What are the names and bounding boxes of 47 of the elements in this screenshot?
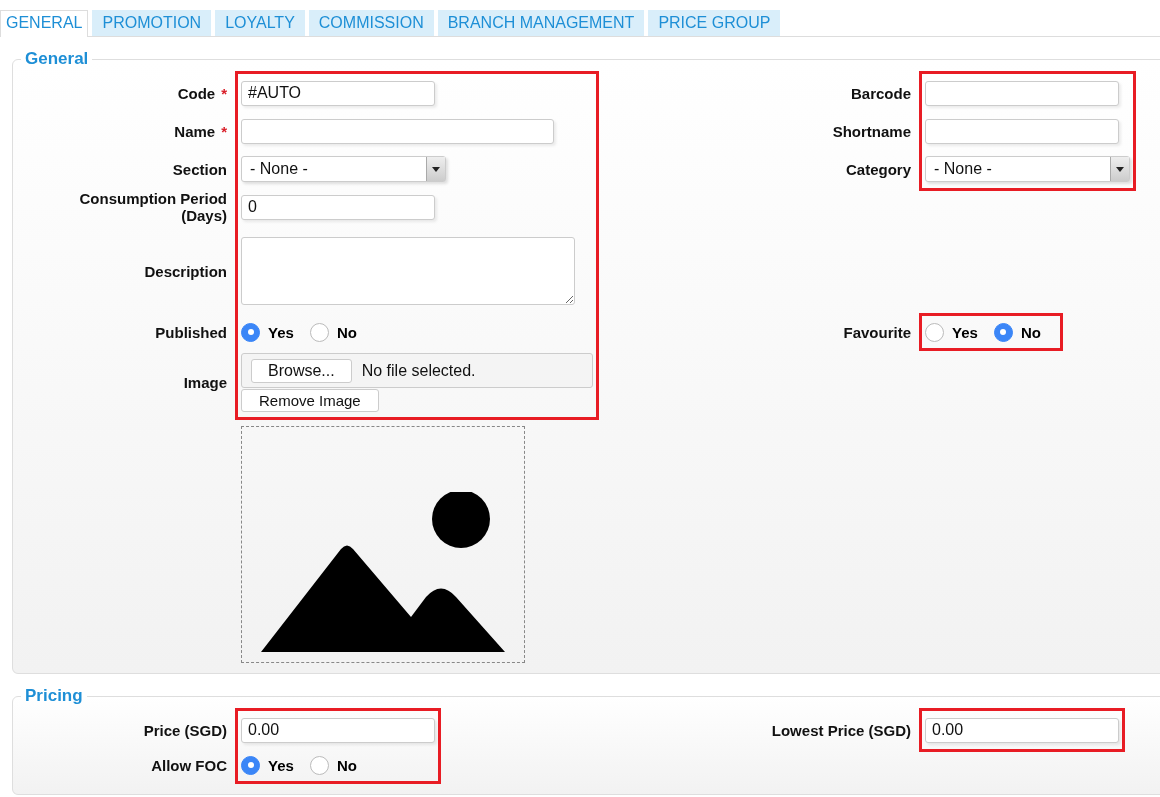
field-label: Description — [144, 262, 227, 280]
section-title: General — [24, 49, 90, 69]
radio-label: No — [336, 756, 357, 774]
text-area[interactable] — [241, 237, 575, 305]
text-field[interactable] — [925, 118, 1119, 144]
radio-button[interactable] — [241, 755, 260, 775]
field-label: Published — [155, 323, 227, 341]
text-field[interactable]: 0.00 — [241, 717, 435, 743]
field-label: Name — [174, 122, 216, 140]
radio-button[interactable] — [241, 322, 260, 342]
dropdown[interactable]: - None - — [925, 156, 1130, 182]
radio-button[interactable] — [925, 322, 944, 342]
field-label: Code — [177, 84, 216, 102]
field-label: Shortname — [832, 122, 911, 140]
section-title: Pricing — [24, 686, 84, 706]
text-field[interactable] — [925, 80, 1119, 106]
tab[interactable]: GENERAL — [0, 10, 89, 37]
field-label: Category — [845, 160, 911, 178]
radio-button[interactable] — [309, 755, 329, 775]
caret-icon — [432, 166, 440, 172]
field-label: Section — [172, 160, 227, 178]
field-label: Barcode — [850, 84, 911, 102]
field-label: Consumption Period (Days) — [78, 190, 227, 224]
radio-label: No — [336, 323, 357, 341]
image-placeholder-icon — [261, 492, 505, 652]
caret-icon — [1116, 166, 1124, 172]
text-field[interactable]: 0 — [241, 194, 435, 220]
radio-button[interactable] — [309, 322, 329, 342]
text-field[interactable] — [241, 118, 554, 144]
file-status: No file selected. — [361, 361, 476, 380]
field-label: Allow FOC — [151, 756, 227, 774]
field-label: Image — [183, 374, 227, 391]
radio-label: Yes — [268, 323, 294, 341]
radio-label: Yes — [952, 323, 978, 341]
field-label: Lowest Price (SGD) — [771, 721, 911, 739]
required-mark: * — [221, 122, 227, 140]
field-label: Price (SGD) — [143, 721, 227, 739]
dropdown[interactable]: - None - — [241, 156, 446, 182]
radio-button[interactable] — [993, 322, 1013, 342]
text-field[interactable]: 0.00 — [925, 717, 1119, 743]
radio-label: Yes — [268, 756, 294, 774]
browse-button[interactable]: Browse... — [251, 358, 352, 383]
text-field[interactable]: #AUTO — [241, 80, 435, 106]
radio-label: No — [1020, 323, 1041, 341]
remove-image-button[interactable]: Remove Image — [241, 389, 379, 412]
required-mark: * — [221, 84, 227, 102]
field-label: Favourite — [843, 323, 911, 341]
